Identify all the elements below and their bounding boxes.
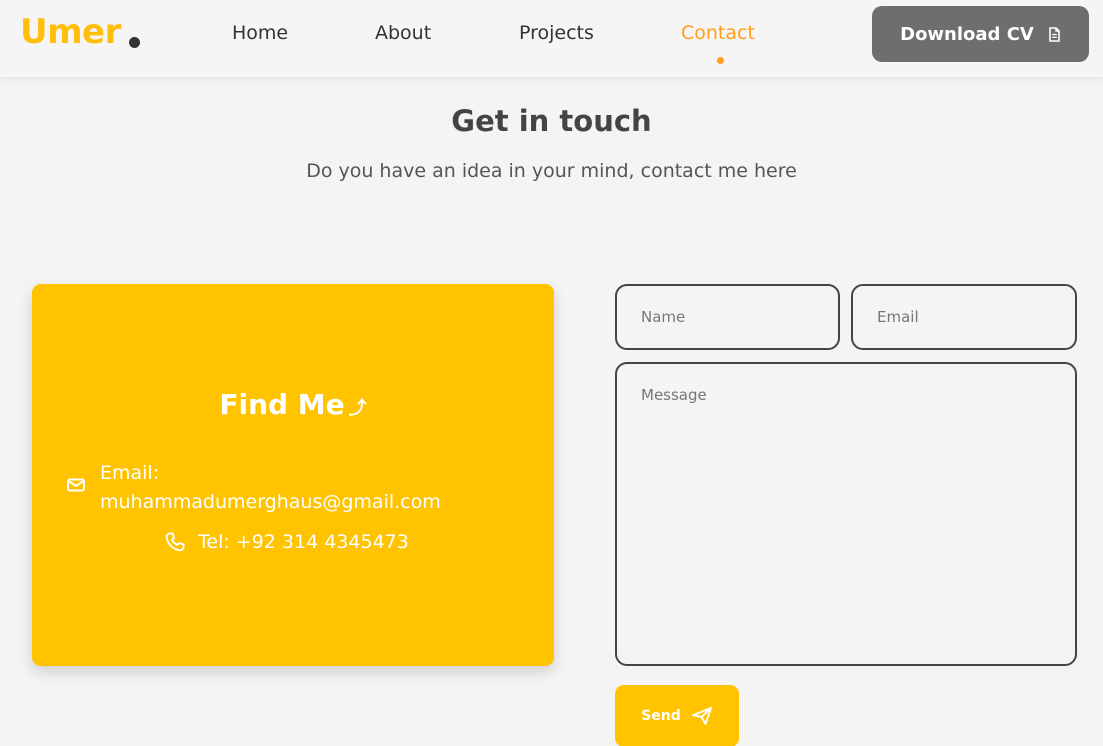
send-icon [691, 707, 712, 725]
name-input[interactable] [615, 284, 840, 350]
mail-icon [67, 478, 85, 492]
email-input[interactable] [851, 284, 1077, 350]
page-title: Get in touch [451, 104, 652, 138]
send-button[interactable]: Send [615, 685, 739, 746]
email-text: Email: muhammadumerghaus@gmail.com [100, 459, 441, 517]
message-input[interactable] [615, 362, 1077, 666]
email-value[interactable]: muhammadumerghaus@gmail.com [100, 488, 441, 517]
send-label: Send [641, 708, 681, 724]
page-subtitle: Do you have an idea in your mind, contac… [306, 160, 797, 182]
email-contact: Email: muhammadumerghaus@gmail.com [66, 459, 526, 517]
phone-icon [165, 532, 185, 552]
logo[interactable]: Umer [20, 12, 121, 52]
nav-link-about[interactable]: About [375, 22, 431, 44]
phone-contact: Tel: +92 314 4345473 [164, 531, 409, 553]
nav-link-home[interactable]: Home [232, 22, 288, 44]
logo-dot [129, 37, 140, 48]
download-cv-label: Download CV [900, 23, 1034, 45]
arrow-down-right-icon: ⤴ [348, 398, 367, 419]
nav-link-projects[interactable]: Projects [519, 22, 594, 44]
file-icon [1049, 26, 1060, 42]
download-cv-button[interactable]: Download CV [872, 6, 1089, 62]
active-link-indicator [717, 57, 724, 64]
email-label: Email: [100, 462, 160, 484]
find-me-heading: Find Me ⤴ [32, 388, 554, 421]
navbar: Umer Home About Projects Contact Downloa… [0, 0, 1103, 77]
find-me-title: Find Me [219, 388, 345, 421]
find-me-card: Find Me ⤴ Email: muhammadumerghaus@gmail.… [32, 284, 554, 666]
phone-text[interactable]: Tel: +92 314 4345473 [198, 531, 409, 553]
nav-link-contact[interactable]: Contact [681, 22, 755, 44]
